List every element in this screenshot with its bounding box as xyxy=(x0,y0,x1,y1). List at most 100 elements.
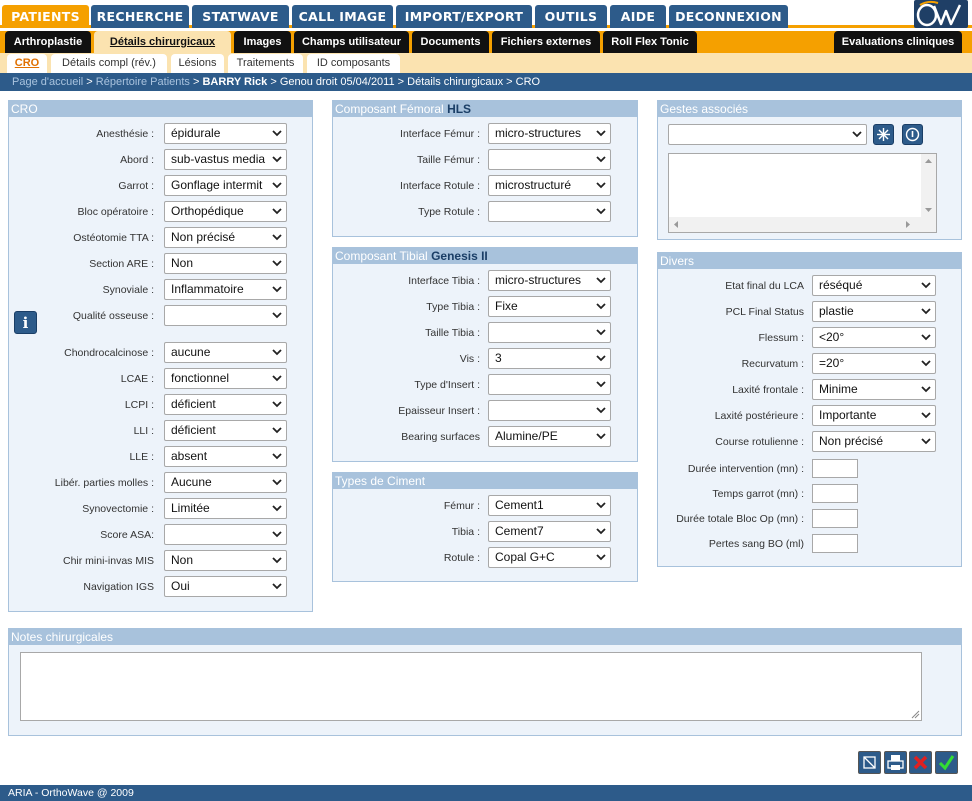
delete-icon[interactable] xyxy=(909,751,932,774)
field-label: Etat final du LCA xyxy=(725,280,804,292)
info-icon[interactable]: i xyxy=(14,311,37,334)
subtab-documents[interactable]: Documents xyxy=(412,31,489,53)
liber-parties-molles-select[interactable]: Aucune xyxy=(164,472,287,493)
tab-call-image[interactable]: CALL IMAGE xyxy=(292,5,393,28)
chevron-down-icon xyxy=(595,401,607,420)
lcae-select[interactable]: fonctionnel xyxy=(164,368,287,389)
snowflake-icon[interactable] xyxy=(873,124,894,145)
lcpi-select[interactable]: déficient xyxy=(164,394,287,415)
scrollbar-vertical[interactable] xyxy=(921,154,936,218)
subtab-fichiers-externes[interactable]: Fichiers externes xyxy=(492,31,600,53)
subtab-evaluations-cliniques[interactable]: Evaluations cliniques xyxy=(834,31,962,53)
subtab-roll-flex-tonic[interactable]: Roll Flex Tonic xyxy=(603,31,697,53)
breadcrumb-home[interactable]: Page d'accueil xyxy=(12,76,83,88)
print-icon[interactable] xyxy=(884,751,907,774)
chevron-down-icon xyxy=(595,522,607,541)
epaisseur-insert-select[interactable] xyxy=(488,400,611,421)
ttab-traitements[interactable]: Traitements xyxy=(228,54,303,73)
rotule-select[interactable]: Copal G+C xyxy=(488,547,611,568)
temps-garrot-mn-input[interactable] xyxy=(812,484,858,503)
chevron-down-icon xyxy=(595,124,607,143)
duree-totale-bloc-op-mn-input[interactable] xyxy=(812,509,858,528)
ttab-cro[interactable]: CRO xyxy=(7,54,47,73)
tab-deconnexion[interactable]: DECONNEXION xyxy=(669,5,788,28)
lli-select[interactable]: déficient xyxy=(164,420,287,441)
breadcrumb-patients[interactable]: Répertoire Patients xyxy=(96,76,190,88)
type-d-insert-select[interactable] xyxy=(488,374,611,395)
vis-select[interactable]: 3 xyxy=(488,348,611,369)
pertes-sang-bo-ml-input[interactable] xyxy=(812,534,858,553)
chevron-down-icon xyxy=(920,432,932,451)
tibia-select[interactable]: Cement7 xyxy=(488,521,611,542)
tab-import-export[interactable]: IMPORT/EXPORT xyxy=(396,5,532,28)
duree-intervention-mn-input[interactable] xyxy=(812,459,858,478)
pcl-final-status-select[interactable]: plastie xyxy=(812,301,936,322)
ttab-details-compl[interactable]: Détails compl (rév.) xyxy=(51,54,167,73)
tab-patients[interactable]: PATIENTS xyxy=(2,5,89,28)
tab-aide[interactable]: AIDE xyxy=(610,5,666,28)
subtab-champs-utilisateur[interactable]: Champs utilisateur xyxy=(294,31,409,53)
validate-icon[interactable] xyxy=(935,751,958,774)
field-row-flessum: Flessum : <20° xyxy=(658,327,961,349)
laxite-frontale-select[interactable]: Minime xyxy=(812,379,936,400)
field-label: Interface Rotule : xyxy=(400,180,480,192)
etat-final-du-lca-select[interactable]: réséqué xyxy=(812,275,936,296)
scrollbar-horizontal[interactable] xyxy=(669,217,936,232)
synoviale-select[interactable]: Inflammatoire xyxy=(164,279,287,300)
ttab-id-composants[interactable]: ID composants xyxy=(307,54,400,73)
laxite-posterieure-select[interactable]: Importante xyxy=(812,405,936,426)
subtab-images[interactable]: Images xyxy=(234,31,291,53)
femur-select[interactable]: Cement1 xyxy=(488,495,611,516)
interface-tibia-select[interactable]: micro-structures xyxy=(488,270,611,291)
tab-recherche[interactable]: RECHERCHE xyxy=(91,5,189,28)
gestes-select[interactable] xyxy=(668,124,867,145)
chondrocalcinose-select[interactable]: aucune xyxy=(164,342,287,363)
subtab-arthroplastie[interactable]: Arthroplastie xyxy=(5,31,91,53)
select-value: Alumine/PE xyxy=(495,429,558,443)
tab-outils[interactable]: OUTILS xyxy=(535,5,607,28)
anesthesie-select[interactable]: épidurale xyxy=(164,123,287,144)
select-value: microstructuré xyxy=(495,178,572,192)
taille-femur-select[interactable] xyxy=(488,149,611,170)
field-label: Section ARE : xyxy=(89,258,154,270)
interface-rotule-select[interactable]: microstructuré xyxy=(488,175,611,196)
chevron-down-icon xyxy=(271,395,283,414)
bloc-operatoire-select[interactable]: Orthopédique xyxy=(164,201,287,222)
femoral-panel-title: Composant Fémoral HLS xyxy=(333,101,637,117)
notes-textarea[interactable] xyxy=(20,652,922,721)
field-row-garrot: Garrot : Gonflage intermit xyxy=(9,175,312,197)
bearing-surfaces-select[interactable]: Alumine/PE xyxy=(488,426,611,447)
flessum-select[interactable]: <20° xyxy=(812,327,936,348)
qualite-osseuse-select[interactable] xyxy=(164,305,287,326)
course-rotulienne-select[interactable]: Non précisé xyxy=(812,431,936,452)
select-value: <20° xyxy=(819,330,845,344)
field-label: Qualité osseuse : xyxy=(72,310,154,322)
navigation-igs-select[interactable]: Oui xyxy=(164,576,287,597)
taille-tibia-select[interactable] xyxy=(488,322,611,343)
gestes-list[interactable] xyxy=(668,153,937,233)
chevron-down-icon xyxy=(271,150,283,169)
subtab-details-chirurgicaux[interactable]: Détails chirurgicaux xyxy=(94,31,231,53)
synovectomie-select[interactable]: Limitée xyxy=(164,498,287,519)
field-label: Epaisseur Insert : xyxy=(398,405,480,417)
garrot-select[interactable]: Gonflage intermit xyxy=(164,175,287,196)
tab-statwave[interactable]: STATWAVE xyxy=(192,5,289,28)
chir-mini-invas-mis-select[interactable]: Non xyxy=(164,550,287,571)
recurvatum-select[interactable]: =20° xyxy=(812,353,936,374)
select-value: Non xyxy=(171,553,194,567)
score-asa-select[interactable] xyxy=(164,524,287,545)
field-row-interface-femur: Interface Fémur : micro-structures xyxy=(333,123,637,145)
select-value: Gonflage intermit xyxy=(171,178,263,192)
type-rotule-select[interactable] xyxy=(488,201,611,222)
lle-select[interactable]: absent xyxy=(164,446,287,467)
resize-button[interactable] xyxy=(858,751,881,774)
select-value: absent xyxy=(171,449,208,463)
section-are-select[interactable]: Non xyxy=(164,253,287,274)
select-value: 3 xyxy=(495,351,502,365)
abord-select[interactable]: sub-vastus media xyxy=(164,149,287,170)
osteotomie-tta-select[interactable]: Non précisé xyxy=(164,227,287,248)
info-circle-icon[interactable] xyxy=(902,124,923,145)
interface-femur-select[interactable]: micro-structures xyxy=(488,123,611,144)
type-tibia-select[interactable]: Fixe xyxy=(488,296,611,317)
ttab-lesions[interactable]: Lésions xyxy=(171,54,224,73)
